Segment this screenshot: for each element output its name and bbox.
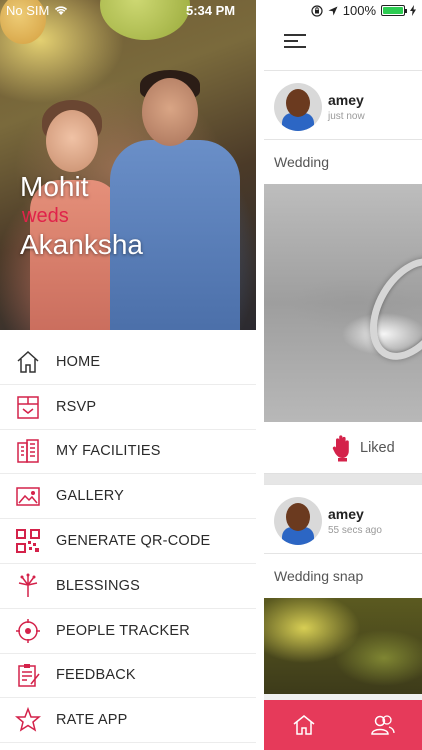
target-icon [14,617,42,645]
feed-panel: amey just now Wedding Liked amey 55 secs… [264,0,422,750]
post-header: amey just now [264,70,422,140]
menu-label-rsvp: RSVP [56,398,97,415]
status-left: No SIM [6,3,68,18]
qr-code-icon [14,527,42,555]
wifi-icon [55,6,68,15]
users-icon [370,715,395,735]
post-caption: Wedding [274,154,330,170]
couple-names: Mohit weds Akanksha [20,170,143,262]
tab-bar [264,700,422,750]
avatar[interactable] [274,83,322,131]
post-card: amey just now Wedding Liked [264,70,422,474]
location-arrow-icon [328,6,338,15]
orientation-lock-icon [311,4,323,17]
status-right: 100% [311,3,416,18]
menu-label-rate-app: RATE APP [56,712,128,729]
menu-item-home[interactable]: HOME [0,340,256,385]
couple-photo: Mohit weds Akanksha [0,0,256,330]
menu-item-qr-code[interactable]: GENERATE QR-CODE [0,519,256,564]
menu-item-rsvp[interactable]: RSVP [0,385,256,430]
image-icon [14,482,42,510]
like-label: Liked [360,439,395,456]
menu-label-home: HOME [56,353,101,370]
battery-percent: 100% [342,3,376,18]
menu-label-feedback: FEEDBACK [56,667,136,684]
clipboard-icon [14,661,42,689]
menu-label-facilities: MY FACILITIES [56,443,161,460]
post-card: amey 55 secs ago Wedding snap [264,484,422,694]
status-time: 5:34 PM [186,3,236,18]
drawer-menu: HOME RSVP MY FACILITIES GALLERY GENERATE… [0,340,256,744]
bride-name: Akanksha [20,229,143,260]
carrier-label: No SIM [6,3,50,18]
post-time: just now [328,111,365,122]
menu-label-qr-code: GENERATE QR-CODE [56,533,211,550]
post-header: amey 55 secs ago [264,484,422,554]
menu-item-facilities[interactable]: MY FACILITIES [0,430,256,475]
post-caption: Wedding snap [274,568,364,584]
post-author[interactable]: amey [328,92,364,108]
menu-item-rate-app[interactable]: RATE APP [0,698,256,744]
menu-item-feedback[interactable]: FEEDBACK [0,654,256,699]
avatar[interactable] [274,497,322,545]
battery-icon [381,5,407,16]
menu-label-people-tracker: PEOPLE TRACKER [56,622,190,639]
tab-home[interactable] [264,700,343,750]
post-image[interactable] [264,184,422,422]
menu-label-gallery: GALLERY [56,488,125,505]
menu-icon[interactable] [284,34,306,48]
weds-label: weds [22,205,69,227]
star-icon [14,706,42,734]
status-bar: No SIM 5:34 PM 100% [0,0,422,22]
invitation-icon [14,393,42,421]
menu-item-gallery[interactable]: GALLERY [0,474,256,520]
navigation-drawer: Mohit weds Akanksha HOME RSVP MY FACILIT… [0,0,264,750]
home-icon [293,715,314,735]
post-time: 55 secs ago [328,525,382,536]
hand-icon [332,434,349,461]
fireworks-icon [14,572,42,600]
building-icon [14,437,42,465]
post-image[interactable] [264,598,422,694]
groom-name: Mohit [20,171,89,202]
menu-item-people-tracker[interactable]: PEOPLE TRACKER [0,609,256,654]
tab-people[interactable] [343,700,422,750]
menu-label-blessings: BLESSINGS [56,577,140,594]
like-button[interactable]: Liked [264,422,422,474]
post-author[interactable]: amey [328,506,364,522]
charging-icon [410,5,416,16]
home-icon [14,348,42,376]
menu-item-blessings[interactable]: BLESSINGS [0,564,256,609]
